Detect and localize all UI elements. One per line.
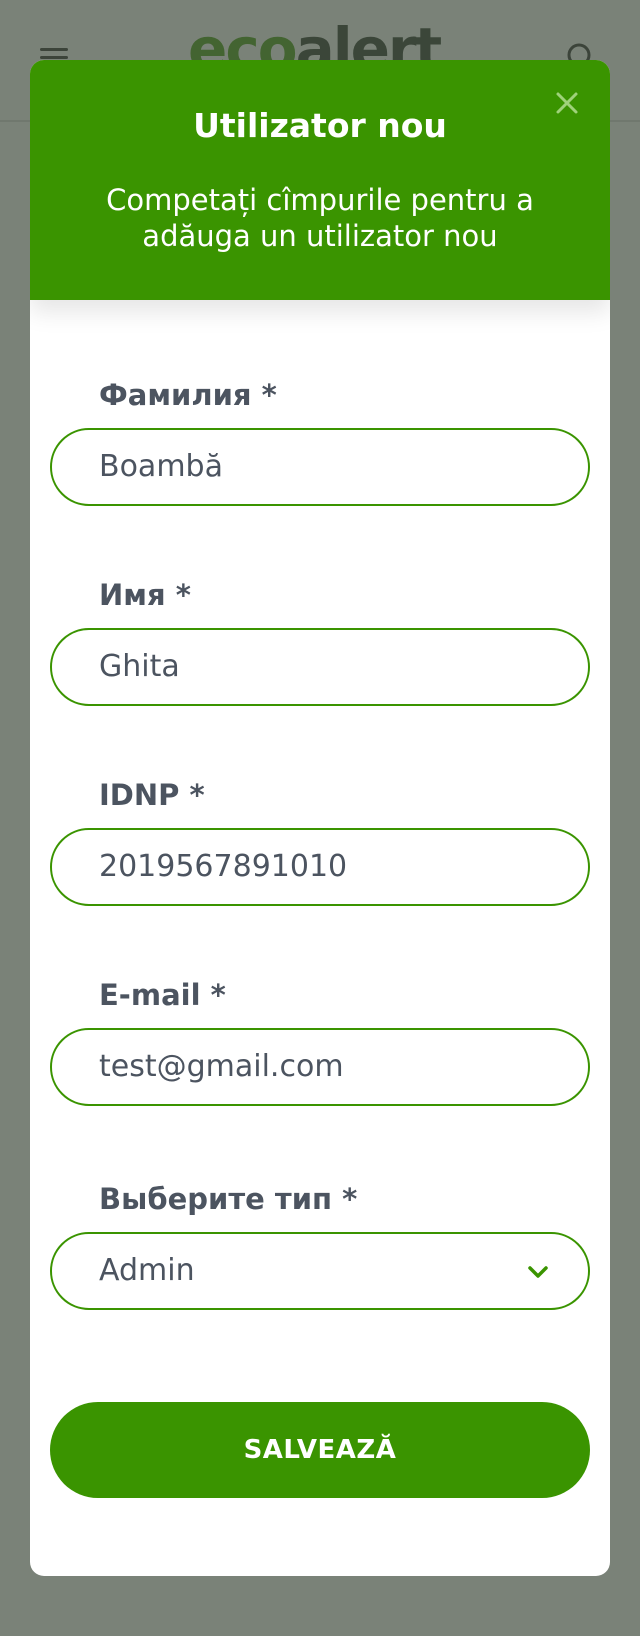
chevron-down-icon <box>528 1266 548 1278</box>
idnp-input[interactable]: 2019567891010 <box>50 828 590 906</box>
last-name-label: Фамилия * <box>99 378 277 412</box>
type-label: Выберите тип * <box>99 1182 358 1216</box>
new-user-modal: Utilizator nou Competați cîmpurile pentr… <box>30 60 610 1576</box>
type-select-value: Admin <box>99 1253 195 1288</box>
first-name-label: Имя * <box>99 578 191 612</box>
save-button[interactable]: SALVEAZĂ <box>50 1402 590 1498</box>
last-name-input[interactable]: Boambă <box>50 428 590 506</box>
idnp-label: IDNP * <box>99 778 205 812</box>
modal-title: Utilizator nou <box>193 106 447 145</box>
email-label: E-mail * <box>99 978 226 1012</box>
type-select[interactable]: Admin <box>50 1232 590 1310</box>
modal-header: Utilizator nou Competați cîmpurile pentr… <box>30 60 610 300</box>
first-name-input[interactable]: Ghita <box>50 628 590 706</box>
email-input[interactable]: test@gmail.com <box>50 1028 590 1106</box>
modal-subtitle: Competați cîmpurile pentru a adăuga un u… <box>106 183 534 253</box>
